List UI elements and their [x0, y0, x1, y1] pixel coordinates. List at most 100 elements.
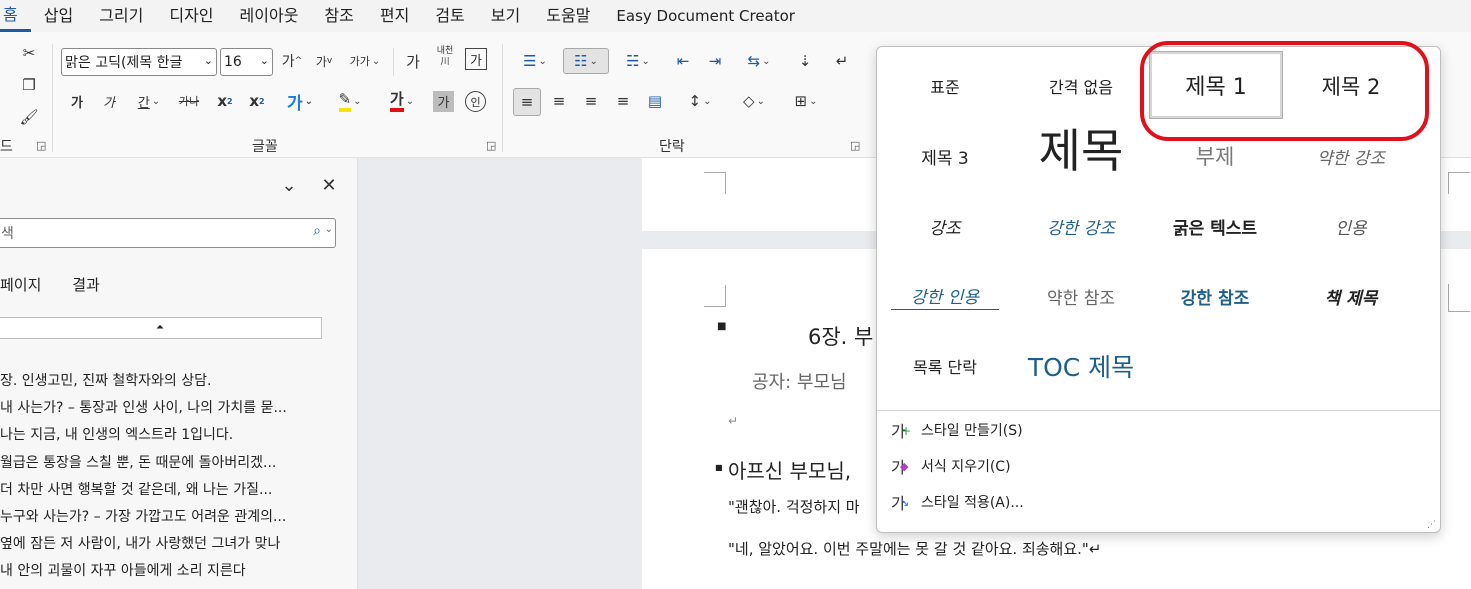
- apply-styles-button[interactable]: 가 ↘ 스타일 적용(A)...: [891, 490, 1024, 514]
- clear-format-button[interactable]: 가: [400, 48, 426, 74]
- menu-references[interactable]: 참조: [311, 0, 366, 32]
- style-label: 약한 참조: [1047, 288, 1115, 309]
- underline-button[interactable]: 간 ⌄: [128, 88, 170, 114]
- multilevel-list-button[interactable]: ☵ ⌄: [616, 48, 660, 74]
- font-group-label: 글꼴: [252, 139, 278, 155]
- style-no-spacing[interactable]: 간격 없음: [1015, 53, 1147, 119]
- show-marks-button[interactable]: ↵: [829, 48, 855, 74]
- nav-heading-item[interactable]: 누구와 사는가? – 가장 가깝고도 어려운 관계의...: [0, 504, 340, 531]
- collapse-headings-bar[interactable]: ⏶: [0, 317, 322, 339]
- increase-indent-button[interactable]: ⇥: [702, 48, 728, 74]
- text-effects-button[interactable]: 가 ⌄: [282, 88, 318, 114]
- grow-font-button[interactable]: 가 ^: [279, 48, 305, 74]
- style-title[interactable]: 제목: [1015, 115, 1147, 181]
- nav-heading-item[interactable]: 더 차만 사면 행복할 것 같은데, 왜 나는 가질...: [0, 477, 340, 504]
- numbering-button[interactable]: ☷ ⌄: [563, 48, 609, 74]
- close-icon[interactable]: ✕: [316, 172, 342, 198]
- chapter-title[interactable]: 6장. 부: [808, 321, 873, 351]
- search-icon[interactable]: ⌕: [313, 223, 321, 239]
- nav-heading-item[interactable]: 내 안의 괴물이 자꾸 아들에게 소리 지른다: [0, 558, 340, 585]
- phonetic-guide-button[interactable]: 내천 川: [432, 44, 458, 70]
- font-color-button[interactable]: 가 ⌄: [382, 88, 422, 114]
- nav-heading-item[interactable]: 월급은 통장을 스칠 뿐, 돈 때문에 돌아버리겠...: [0, 450, 340, 477]
- nav-search-input[interactable]: 색 ⌕ ⌄: [0, 218, 336, 248]
- strikethrough-button[interactable]: 가나: [176, 88, 202, 114]
- highlight-annotation-ring: [1140, 41, 1429, 141]
- style-book-title[interactable]: 책 제목: [1285, 263, 1417, 329]
- menu-draw[interactable]: 그리기: [86, 0, 156, 32]
- clipboard-launcher-icon[interactable]: ◲: [36, 139, 46, 152]
- decrease-indent-button[interactable]: ⇤: [670, 48, 696, 74]
- align-center-button[interactable]: ≡: [546, 88, 572, 114]
- enclose-char-button[interactable]: 가: [465, 48, 487, 70]
- chevron-down-icon[interactable]: ⌄: [276, 172, 302, 198]
- style-intense-quote[interactable]: 강한 인용: [885, 263, 1005, 329]
- text-direction-button[interactable]: ⇆ ⌄: [737, 48, 781, 74]
- section-heading[interactable]: 아프신 부모님,: [728, 455, 851, 484]
- bullets-button[interactable]: ☰ ⌄: [513, 48, 557, 74]
- style-label: 인용: [1335, 218, 1367, 239]
- create-style-button[interactable]: 가 + 스타일 만들기(S): [891, 418, 1023, 442]
- menu-easy-document-creator[interactable]: Easy Document Creator: [603, 0, 808, 32]
- style-subtle-reference[interactable]: 약한 참조: [1015, 263, 1147, 329]
- italic-button[interactable]: 가: [96, 88, 122, 114]
- clipboard-group-label: 드: [0, 139, 13, 155]
- style-quote[interactable]: 인용: [1285, 193, 1417, 259]
- style-toc-heading[interactable]: TOC 제목: [1015, 333, 1147, 399]
- style-label: 굵은 텍스트: [1172, 218, 1258, 239]
- font-name-combo[interactable]: 맑은 고딕(제목 한글 ⌄: [61, 48, 217, 76]
- distributed-button[interactable]: ▤: [642, 88, 668, 114]
- menu-home[interactable]: 홈: [0, 0, 31, 32]
- style-intense-emphasis[interactable]: 강한 강조: [1015, 193, 1147, 259]
- separator: [52, 44, 53, 152]
- nav-heading-item[interactable]: 나는 지금, 내 인생의 엑스트라 1입니다.: [0, 422, 340, 449]
- menu-layout[interactable]: 레이아웃: [227, 0, 312, 32]
- body-quote[interactable]: "네, 알았어요. 이번 주말에는 못 갈 것 같아요. 죄송해요."↵: [728, 538, 1101, 559]
- style-intense-reference[interactable]: 강한 참조: [1149, 263, 1281, 329]
- align-right-button[interactable]: ≡: [578, 88, 604, 114]
- resize-grip-icon[interactable]: ⋰: [1427, 520, 1436, 530]
- style-heading-3[interactable]: 제목 3: [879, 123, 1011, 189]
- line-spacing-button[interactable]: ↕ ⌄: [678, 88, 722, 114]
- menu-view[interactable]: 보기: [478, 0, 533, 32]
- enclosed-char-circle-button[interactable]: 인: [465, 91, 486, 112]
- justify-button[interactable]: ≡: [610, 88, 636, 114]
- paragraph-launcher-icon[interactable]: ◲: [850, 139, 860, 152]
- style-emphasis[interactable]: 강조: [879, 193, 1011, 259]
- menu-insert[interactable]: 삽입: [31, 0, 86, 32]
- menu-design[interactable]: 디자인: [156, 0, 226, 32]
- font-size-combo[interactable]: 16 ⌄: [220, 48, 273, 76]
- italic-label: 가: [103, 95, 115, 111]
- menu-review[interactable]: 검토: [422, 0, 477, 32]
- font-launcher-icon[interactable]: ◲: [486, 139, 496, 152]
- chevron-down-icon[interactable]: ⌄: [325, 224, 333, 235]
- nav-heading-item[interactable]: 내 사는가? – 통장과 인생 사이, 나의 가치를 묻...: [0, 395, 340, 422]
- tab-pages[interactable]: 페이지: [0, 276, 41, 294]
- clear-formatting-button[interactable]: 가 ◆ 서식 지우기(C): [891, 454, 1011, 478]
- menu-help[interactable]: 도움말: [533, 0, 603, 32]
- hanja-button[interactable]: 가가 ⌄: [345, 48, 385, 74]
- nav-heading-item[interactable]: 장. 인생고민, 진짜 철학자와의 상담.: [0, 368, 340, 395]
- chapter-subtitle[interactable]: 공자: 부모님: [752, 368, 847, 394]
- font-color-label: 가: [389, 90, 404, 112]
- superscript-button[interactable]: x2: [244, 88, 270, 114]
- tab-results[interactable]: 결과: [72, 276, 100, 294]
- char-shading-button[interactable]: 가: [433, 91, 454, 112]
- shrink-font-button[interactable]: 가v: [311, 48, 337, 74]
- nav-heading-item[interactable]: 옆에 잠든 저 사람이, 내가 사랑했던 그녀가 맞나: [0, 531, 340, 558]
- align-left-button[interactable]: ≡: [513, 88, 541, 116]
- menu-mailings[interactable]: 편지: [367, 0, 422, 32]
- body-quote[interactable]: "괜찮아. 걱정하지 마: [728, 496, 860, 517]
- copy-icon[interactable]: ❐: [16, 72, 42, 98]
- shading-button[interactable]: ◇ ⌄: [732, 88, 776, 114]
- style-strong[interactable]: 굵은 텍스트: [1149, 193, 1281, 259]
- borders-button[interactable]: ⊞ ⌄: [784, 88, 828, 114]
- format-painter-icon[interactable]: 🖌: [16, 104, 42, 130]
- style-normal[interactable]: 표준: [879, 53, 1011, 119]
- bold-button[interactable]: 가: [64, 88, 90, 114]
- subscript-button[interactable]: x2: [212, 88, 238, 114]
- style-list-paragraph[interactable]: 목록 단락: [879, 333, 1011, 399]
- cut-icon[interactable]: ✂: [16, 40, 42, 66]
- highlight-button[interactable]: ✎ ⌄: [330, 88, 370, 114]
- sort-button[interactable]: ⇣: [792, 48, 818, 74]
